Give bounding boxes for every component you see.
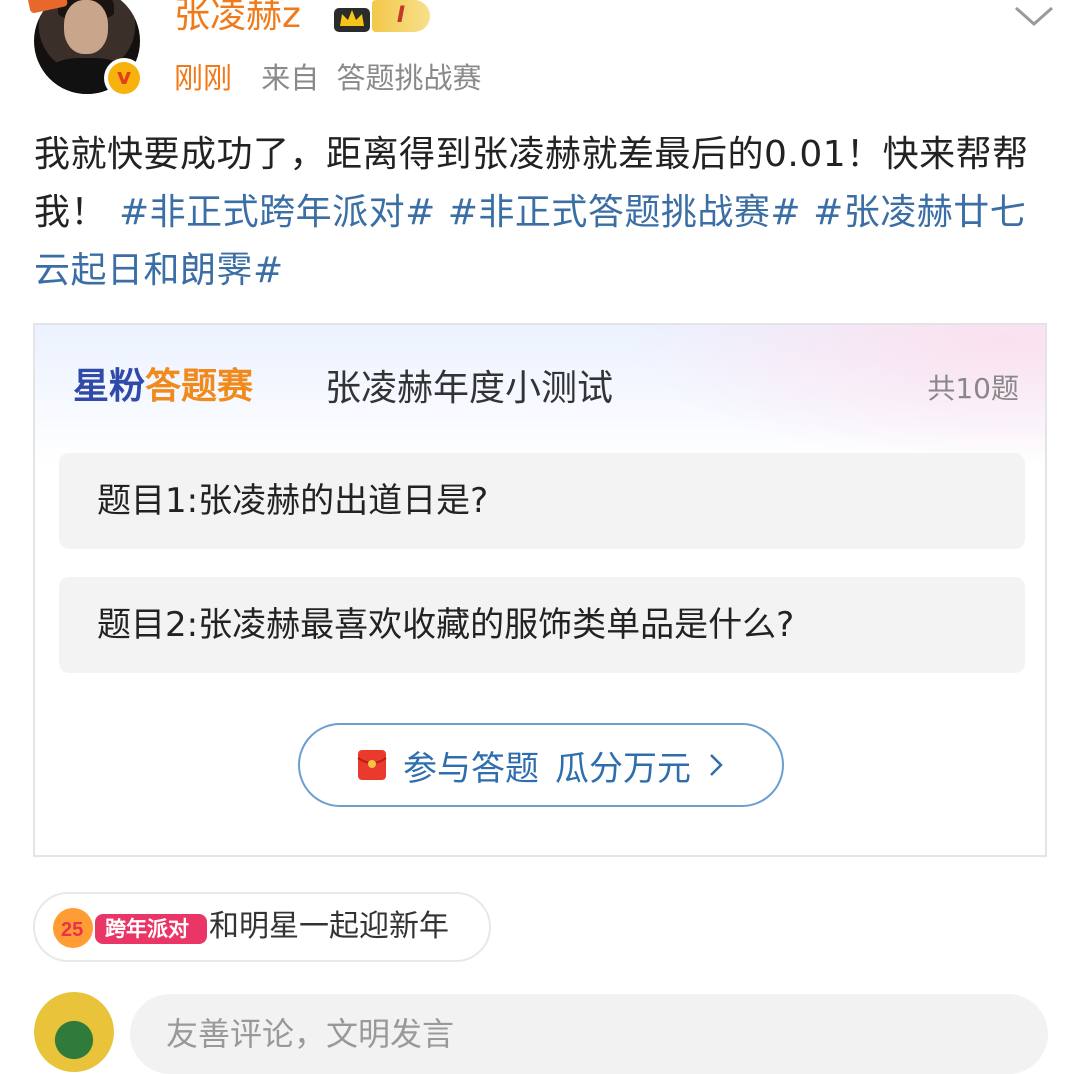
post-meta: 刚刚 来自 答题挑战赛 [174, 56, 481, 100]
post-source[interactable]: 答题挑战赛 [336, 61, 481, 95]
join-quiz-button[interactable]: 参与答题 瓜分万元 [298, 723, 784, 807]
source-prefix: 来自 [261, 61, 320, 95]
question-item[interactable]: 题目2:张凌赫最喜欢收藏的服饰类单品是什么? [59, 577, 1025, 673]
verified-badge-icon: v [104, 58, 144, 98]
quiz-title: 张凌赫年度小测试 [325, 368, 614, 409]
avatar-face [64, 0, 108, 54]
quiz-card[interactable]: 星粉答题赛 张凌赫年度小测试 共10题 题目1:张凌赫的出道日是? 题目2:张凌… [33, 323, 1047, 857]
topic-pill[interactable]: 25 跨年派对 和明星一起迎新年 [33, 892, 491, 962]
chevron-down-icon[interactable] [1012, 0, 1056, 30]
reward-label: 瓜分万元 [555, 748, 691, 789]
level-badge: I [372, 0, 430, 32]
topic-logo-text: 跨年派对 [105, 917, 189, 941]
join-quiz-label: 参与答题 [403, 748, 539, 789]
chevron-right-icon [710, 754, 723, 776]
question-count: 共10题 [927, 372, 1019, 405]
new-year-party-logo: 25 跨年派对 [53, 908, 207, 948]
hashtag-link[interactable]: #非正式答题挑战赛# [448, 192, 801, 233]
commenter-avatar [34, 992, 114, 1072]
comment-input[interactable]: 友善评论，文明发言 [130, 994, 1048, 1074]
post-time: 刚刚 [174, 61, 233, 95]
brand-part-1: 星粉 [73, 366, 146, 407]
red-envelope-icon [357, 750, 387, 780]
post-body: 我就快要成功了，距离得到张凌赫就差最后的0.01！快来帮帮我！ #非正式跨年派对… [34, 126, 1054, 300]
question-item[interactable]: 题目1:张凌赫的出道日是? [59, 453, 1025, 549]
topic-label: 和明星一起迎新年 [209, 909, 449, 944]
brand-part-2: 答题赛 [145, 366, 254, 407]
username[interactable]: 张凌赫z [174, 0, 301, 38]
quiz-brand-logo: 星粉答题赛 [73, 363, 253, 411]
hashtag-link[interactable]: #非正式跨年派对# [119, 192, 436, 233]
svg-text:25: 25 [61, 919, 83, 941]
crown-vip-icon [334, 8, 370, 32]
post-header: v 张凌赫z I 刚刚 来自 答题挑战赛 [0, 0, 1078, 120]
